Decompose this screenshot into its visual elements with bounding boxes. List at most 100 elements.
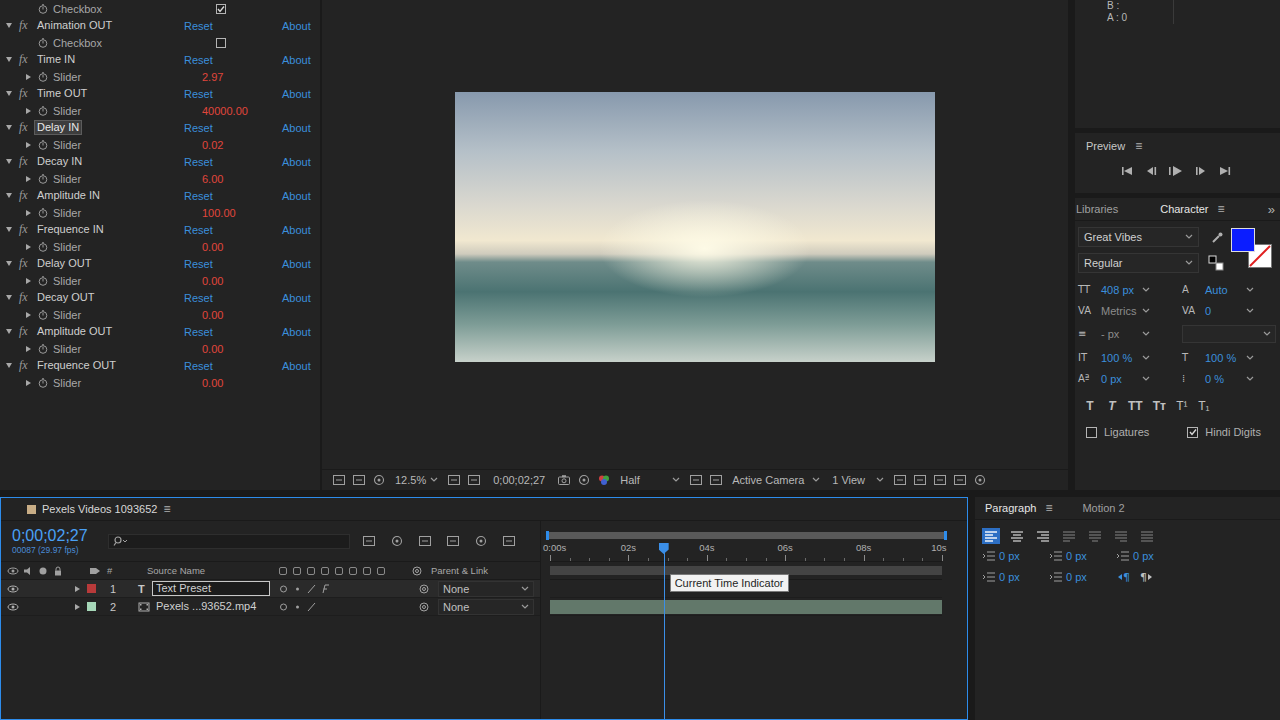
about-link[interactable]: About — [282, 156, 311, 168]
stopwatch-icon[interactable] — [38, 38, 48, 48]
audio-switch[interactable] — [22, 602, 34, 612]
field-value[interactable]: - px — [1101, 328, 1139, 340]
motion-blur-icon[interactable] — [474, 535, 488, 547]
character-field[interactable]: VA Metrics — [1078, 302, 1182, 319]
slider-row[interactable]: Slider 0.00 — [0, 340, 320, 357]
eye-icon[interactable] — [7, 602, 19, 612]
switch-header-icon[interactable] — [349, 567, 357, 575]
toggle-pixel-icon[interactable] — [893, 474, 907, 486]
indent-field[interactable]: 0 px — [982, 571, 1049, 583]
checkbox[interactable] — [216, 4, 226, 14]
fx-badge[interactable]: fx — [19, 86, 32, 101]
checkbox[interactable] — [1187, 427, 1198, 438]
switch-header-icon[interactable] — [321, 567, 329, 575]
slider-value[interactable]: 0.00 — [202, 309, 223, 321]
slider-row[interactable]: Slider 0.02 — [0, 136, 320, 153]
source-name-column[interactable]: Source Name — [137, 565, 279, 576]
slider-value[interactable]: 0.00 — [202, 241, 223, 253]
indent-field[interactable]: 0 px — [982, 550, 1049, 562]
stopwatch-icon[interactable] — [38, 106, 48, 116]
effects-switch-icon[interactable] — [320, 584, 331, 594]
switch-header-icon[interactable] — [335, 567, 343, 575]
effect-name[interactable]: Delay OUT — [34, 256, 94, 271]
pickwhip-icon[interactable] — [418, 602, 430, 612]
eye-icon[interactable] — [7, 584, 19, 594]
region-icon[interactable] — [467, 474, 481, 486]
reset-link[interactable]: Reset — [184, 326, 213, 338]
panel-tab[interactable]: Character≡ — [1160, 202, 1234, 216]
stopwatch-icon[interactable] — [38, 140, 48, 150]
field-value[interactable]: 100 % — [1205, 352, 1243, 364]
stopwatch-icon[interactable] — [38, 344, 48, 354]
fx-badge[interactable]: fx — [19, 290, 32, 305]
label-color[interactable] — [87, 584, 96, 593]
slider-value[interactable]: 40000.00 — [202, 105, 248, 117]
stopwatch-icon[interactable] — [38, 242, 48, 252]
number-column[interactable]: # — [101, 565, 137, 576]
effect-row[interactable]: fx Amplitude IN Reset About — [0, 187, 320, 204]
twirl-icon[interactable] — [26, 278, 31, 284]
chevron-icon[interactable] — [1142, 331, 1150, 337]
channels-icon[interactable] — [597, 474, 611, 486]
twirl-icon[interactable] — [6, 57, 12, 62]
label-color[interactable] — [87, 602, 96, 611]
stopwatch-icon[interactable] — [38, 310, 48, 320]
chevron-icon[interactable] — [1246, 376, 1254, 382]
monitor-icon[interactable] — [352, 474, 366, 486]
reset-link[interactable]: Reset — [184, 88, 213, 100]
zoom-dropdown[interactable]: 12.5% — [392, 474, 441, 486]
snapshot-icon[interactable] — [577, 474, 591, 486]
effect-name[interactable]: Time OUT — [34, 86, 90, 101]
panel-tab[interactable]: Paragraph≡ — [975, 501, 1062, 515]
effect-row[interactable]: fx Time OUT Reset About — [0, 85, 320, 102]
parent-dropdown[interactable]: None — [438, 581, 534, 597]
last-frame-icon[interactable] — [1218, 165, 1232, 177]
collapse-icon[interactable] — [292, 584, 303, 594]
about-link[interactable]: About — [282, 20, 311, 32]
stopwatch-icon[interactable] — [38, 4, 48, 14]
label-icon[interactable] — [89, 566, 101, 576]
stopwatch-icon[interactable] — [38, 276, 48, 286]
field-value[interactable]: 0 — [1205, 305, 1243, 317]
chevron-icon[interactable] — [1142, 287, 1150, 293]
field-value[interactable]: 0 % — [1205, 373, 1243, 385]
effect-row[interactable]: fx Delay OUT Reset About — [0, 255, 320, 272]
effect-row[interactable]: fx Delay IN Reset About — [0, 119, 320, 136]
chevron-icon[interactable] — [1263, 331, 1271, 337]
resolution-dropdown[interactable]: Half — [617, 474, 683, 486]
about-link[interactable]: About — [282, 360, 311, 372]
shy-icon[interactable] — [278, 602, 289, 612]
lock-icon[interactable] — [52, 566, 64, 576]
reset-link[interactable]: Reset — [184, 360, 213, 372]
about-link[interactable]: About — [282, 292, 311, 304]
stopwatch-icon[interactable] — [38, 72, 48, 82]
about-link[interactable]: About — [282, 326, 311, 338]
play-icon[interactable] — [1168, 165, 1184, 177]
panel-tab[interactable]: Motion 2 — [1072, 502, 1134, 514]
align-button[interactable] — [1086, 528, 1104, 544]
effect-row[interactable]: fx Time IN Reset About — [0, 51, 320, 68]
solo-switch[interactable] — [37, 584, 49, 594]
mask-view-icon[interactable] — [372, 474, 386, 486]
video-frame[interactable] — [455, 92, 935, 362]
slider-value[interactable]: 0.02 — [202, 139, 223, 151]
slider-value[interactable]: 0.00 — [202, 275, 223, 287]
chevron-icon[interactable] — [1142, 355, 1150, 361]
twirl-icon[interactable] — [6, 261, 12, 266]
twirl-icon[interactable] — [26, 346, 31, 352]
slider-value[interactable]: 2.97 — [202, 71, 223, 83]
type-style-button[interactable]: T₁ — [1198, 399, 1210, 413]
audio-switch[interactable] — [22, 584, 34, 594]
layer-name[interactable]: Text Preset — [152, 581, 270, 596]
align-button[interactable] — [1138, 528, 1156, 544]
fill-color-swatch[interactable] — [1231, 228, 1255, 252]
frame-blending-icon[interactable] — [446, 535, 460, 547]
character-field[interactable]: T 100 % — [1182, 349, 1276, 366]
twirl-icon[interactable] — [26, 142, 31, 148]
fast-preview-icon[interactable] — [953, 474, 967, 486]
next-frame-icon[interactable] — [1194, 165, 1208, 177]
camera-icon[interactable] — [557, 474, 571, 486]
align-button[interactable] — [1034, 528, 1052, 544]
option-checkbox[interactable]: Hindi Digits — [1187, 426, 1261, 438]
twirl-icon[interactable] — [6, 329, 12, 334]
